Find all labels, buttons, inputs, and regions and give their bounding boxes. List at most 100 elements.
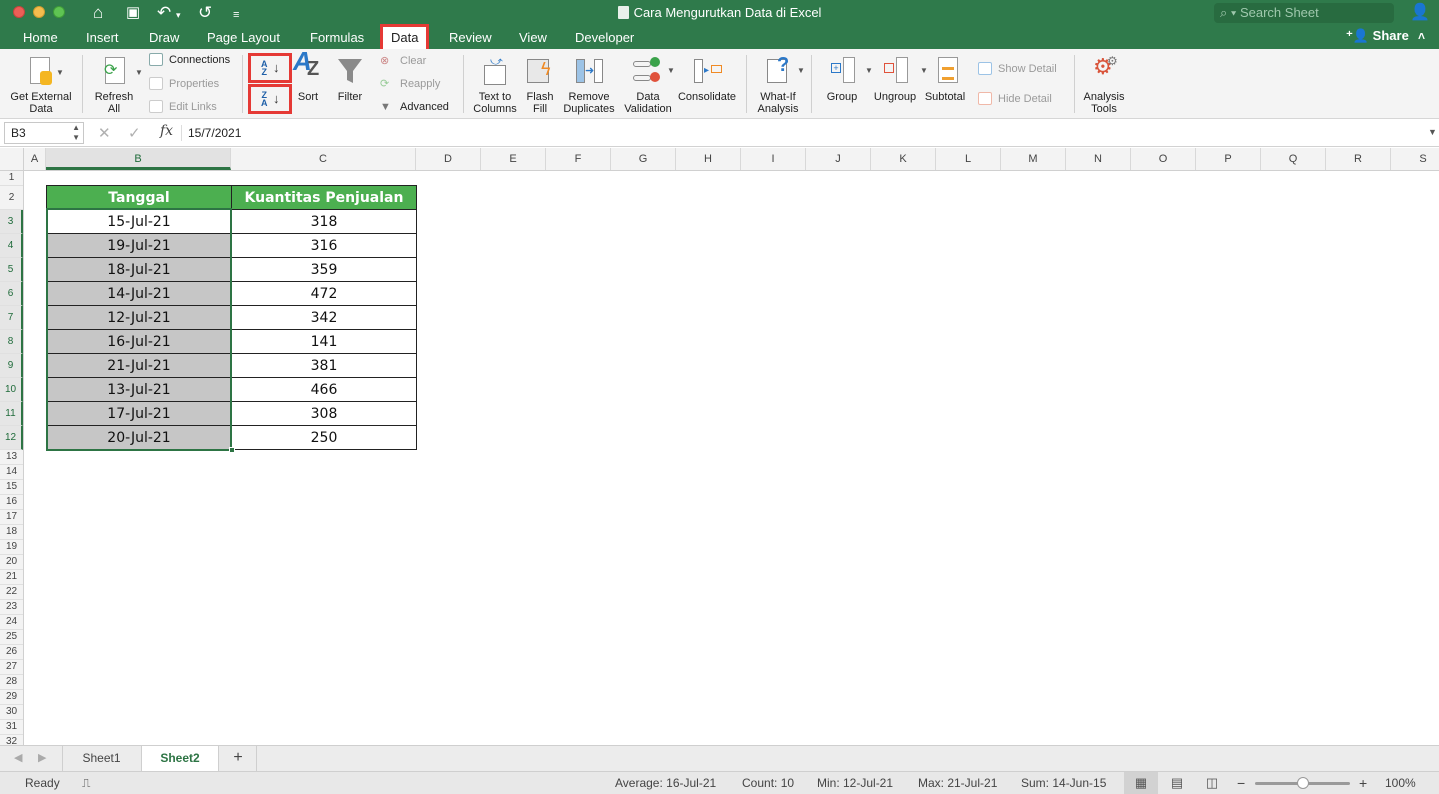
column-header-k[interactable]: K (871, 148, 936, 170)
tab-review[interactable]: Review (449, 28, 492, 48)
row-header-24[interactable]: 24 (0, 615, 23, 630)
date-cell[interactable]: 12-Jul-21 (46, 305, 232, 330)
column-header-b[interactable]: B (46, 148, 231, 170)
row-header-22[interactable]: 22 (0, 585, 23, 600)
row-header-13[interactable]: 13 (0, 450, 23, 465)
tab-insert[interactable]: Insert (86, 28, 119, 48)
sort-a-to-z-button[interactable]: AZ ↓ (248, 53, 292, 83)
date-cell[interactable]: 20-Jul-21 (46, 425, 232, 450)
row-header-29[interactable]: 29 (0, 690, 23, 705)
header-tanggal[interactable]: Tanggal (46, 185, 232, 210)
quantity-cell[interactable]: 141 (231, 329, 417, 354)
row-header-10[interactable]: 10 (0, 378, 23, 402)
row-header-20[interactable]: 20 (0, 555, 23, 570)
tab-page-layout[interactable]: Page Layout (207, 28, 280, 48)
connections-button[interactable]: Connections (149, 53, 230, 67)
sheet-tab-sheet1[interactable]: Sheet1 (62, 746, 140, 771)
row-header-6[interactable]: 6 (0, 282, 23, 306)
date-cell[interactable]: 17-Jul-21 (46, 401, 232, 426)
row-header-32[interactable]: 32 (0, 735, 23, 745)
row-header-18[interactable]: 18 (0, 525, 23, 540)
ungroup-button[interactable]: ▼ Ungroup (870, 55, 928, 103)
consolidate-button[interactable]: ▸ Consolidate (676, 55, 738, 103)
row-header-19[interactable]: 19 (0, 540, 23, 555)
quantity-cell[interactable]: 342 (231, 305, 417, 330)
zoom-in-button[interactable]: + (1359, 772, 1367, 794)
remove-duplicates-button[interactable]: ➜ Remove Duplicates (560, 55, 618, 115)
share-button[interactable]: ⁺👤 Share (1346, 28, 1409, 44)
what-if-analysis-button[interactable]: ? ▼ What-If Analysis (752, 55, 805, 115)
macro-record-icon[interactable]: ⎍ (82, 772, 90, 794)
column-header-a[interactable]: A (24, 148, 46, 170)
row-header-23[interactable]: 23 (0, 600, 23, 615)
search-sheet-input[interactable]: ⌕ ▾ Search Sheet (1214, 3, 1394, 23)
row-header-17[interactable]: 17 (0, 510, 23, 525)
data-validation-button[interactable]: ▼ Data Validation (622, 55, 675, 115)
hide-detail-button[interactable]: Hide Detail (978, 92, 1052, 106)
date-cell[interactable]: 15-Jul-21 (46, 209, 232, 234)
date-cell[interactable]: 19-Jul-21 (46, 233, 232, 258)
page-break-view-button[interactable]: ◫ (1195, 772, 1229, 794)
row-header-25[interactable]: 25 (0, 630, 23, 645)
select-all-corner[interactable] (0, 148, 24, 170)
tab-home[interactable]: Home (23, 28, 58, 48)
row-header-3[interactable]: 3 (0, 210, 23, 234)
column-header-g[interactable]: G (611, 148, 676, 170)
analysis-tools-button[interactable]: ⚙ ⚙ Analysis Tools (1080, 55, 1128, 115)
column-header-d[interactable]: D (416, 148, 481, 170)
add-sheet-button[interactable]: + (220, 746, 257, 771)
quantity-cell[interactable]: 359 (231, 257, 417, 282)
show-detail-button[interactable]: Show Detail (978, 62, 1057, 76)
column-header-r[interactable]: R (1326, 148, 1391, 170)
collapse-ribbon-icon[interactable]: ˄ (1418, 28, 1425, 44)
row-header-4[interactable]: 4 (0, 234, 23, 258)
zoom-slider-knob[interactable] (1297, 777, 1309, 789)
row-header-31[interactable]: 31 (0, 720, 23, 735)
row-header-9[interactable]: 9 (0, 354, 23, 378)
reapply-button[interactable]: ⟳ Reapply (380, 77, 440, 91)
name-box-stepper-icon[interactable]: ▲ ▼ (72, 123, 80, 143)
worksheet-grid[interactable]: Tanggal Kuantitas Penjualan 15-Jul-21 318… (25, 171, 1439, 745)
zoom-level[interactable]: 100% (1385, 772, 1416, 794)
row-header-5[interactable]: 5 (0, 258, 23, 282)
sheet-tab-sheet2[interactable]: Sheet2 (141, 746, 219, 771)
row-header-16[interactable]: 16 (0, 495, 23, 510)
tab-draw[interactable]: Draw (149, 28, 179, 48)
date-cell[interactable]: 18-Jul-21 (46, 257, 232, 282)
row-header-11[interactable]: 11 (0, 402, 23, 426)
row-header-15[interactable]: 15 (0, 480, 23, 495)
column-header-o[interactable]: O (1131, 148, 1196, 170)
column-header-q[interactable]: Q (1261, 148, 1326, 170)
row-header-8[interactable]: 8 (0, 330, 23, 354)
formula-input[interactable]: 15/7/2021 (188, 126, 241, 140)
column-header-m[interactable]: M (1001, 148, 1066, 170)
feedback-icon[interactable]: 👤 (1410, 3, 1430, 23)
advanced-filter-button[interactable]: ▼ Advanced (380, 100, 449, 114)
date-cell[interactable]: 16-Jul-21 (46, 329, 232, 354)
cancel-icon[interactable]: ✕ (98, 124, 111, 142)
page-layout-view-button[interactable]: ▤ (1160, 772, 1194, 794)
column-header-s[interactable]: S (1391, 148, 1439, 170)
quantity-cell[interactable]: 316 (231, 233, 417, 258)
row-header-14[interactable]: 14 (0, 465, 23, 480)
column-header-h[interactable]: H (676, 148, 741, 170)
column-header-l[interactable]: L (936, 148, 1001, 170)
scroll-tabs-right-icon[interactable]: ▶ (38, 751, 46, 764)
column-header-j[interactable]: J (806, 148, 871, 170)
column-header-e[interactable]: E (481, 148, 546, 170)
row-header-27[interactable]: 27 (0, 660, 23, 675)
group-button[interactable]: + ▼ Group (818, 55, 873, 103)
header-kuantitas-penjualan[interactable]: Kuantitas Penjualan (231, 185, 417, 210)
sort-z-to-a-button[interactable]: ZA ↓ (248, 84, 292, 114)
column-header-f[interactable]: F (546, 148, 611, 170)
zoom-out-button[interactable]: − (1237, 772, 1245, 794)
date-cell[interactable]: 14-Jul-21 (46, 281, 232, 306)
edit-links-button[interactable]: Edit Links (149, 100, 217, 114)
row-header-21[interactable]: 21 (0, 570, 23, 585)
tab-formulas[interactable]: Formulas (310, 28, 364, 48)
filter-button[interactable]: Filter (334, 55, 366, 103)
insert-function-button[interactable]: fx (160, 123, 173, 139)
get-external-data-button[interactable]: ▼ Get External Data (6, 55, 76, 115)
properties-button[interactable]: Properties (149, 77, 219, 91)
tab-developer[interactable]: Developer (575, 28, 634, 48)
